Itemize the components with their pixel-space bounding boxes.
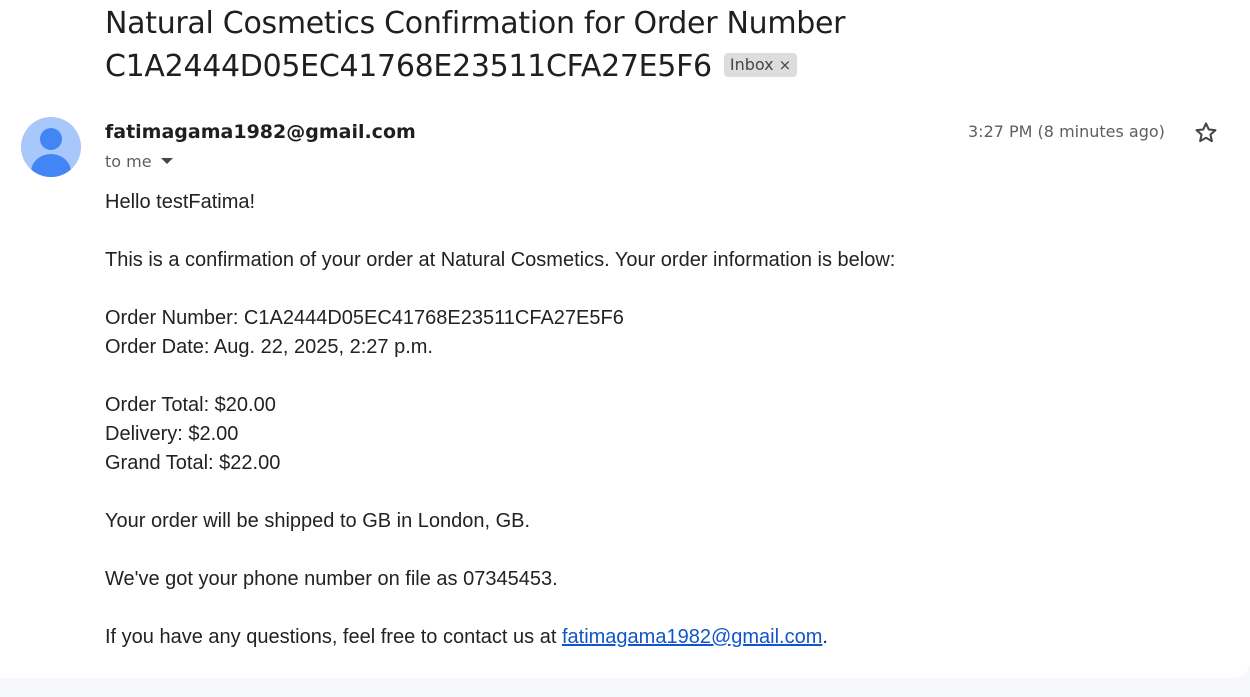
avatar-head-shape — [40, 128, 62, 150]
remove-label-icon[interactable]: × — [779, 56, 792, 74]
sender-email[interactable]: fatimagama1982@gmail.com — [105, 119, 416, 145]
email-view: Natural Cosmetics Confirmation for Order… — [0, 0, 1250, 678]
star-icon[interactable] — [1193, 120, 1219, 146]
contact-prefix: If you have any questions, feel free to … — [105, 626, 562, 648]
order-date-line: Order Date: Aug. 22, 2025, 2:27 p.m. — [105, 336, 433, 358]
delivery-line: Delivery: $2.00 — [105, 423, 239, 445]
inbox-label-chip[interactable]: Inbox × — [723, 53, 798, 77]
avatar-body-shape — [31, 154, 71, 177]
inbox-label-text: Inbox — [729, 55, 774, 74]
email-timestamp: 3:27 PM (8 minutes ago) — [968, 122, 1165, 141]
greeting-line: Hello testFatima! — [105, 191, 256, 213]
sender-avatar[interactable] — [21, 117, 81, 177]
contact-email-link[interactable]: fatimagama1982@gmail.com — [562, 626, 822, 648]
intro-line: This is a confirmation of your order at … — [105, 249, 896, 271]
shipping-line: Your order will be shipped to GB in Lond… — [105, 510, 531, 532]
grand-total-line: Grand Total: $22.00 — [105, 452, 281, 474]
recipient-label: to me — [105, 152, 152, 171]
phone-line: We've got your phone number on file as 0… — [105, 568, 558, 590]
contact-suffix: . — [822, 626, 828, 648]
contact-line: If you have any questions, feel free to … — [105, 623, 1205, 652]
recipient-details-toggle[interactable]: to me — [105, 151, 173, 173]
caret-down-icon[interactable] — [160, 158, 173, 164]
email-body: Hello testFatima! This is a confirmation… — [105, 188, 1205, 652]
order-number-line: Order Number: C1A2444D05EC41768E23511CFA… — [105, 307, 624, 329]
email-subject: Natural Cosmetics Confirmation for Order… — [105, 2, 1105, 88]
order-total-line: Order Total: $20.00 — [105, 394, 276, 416]
